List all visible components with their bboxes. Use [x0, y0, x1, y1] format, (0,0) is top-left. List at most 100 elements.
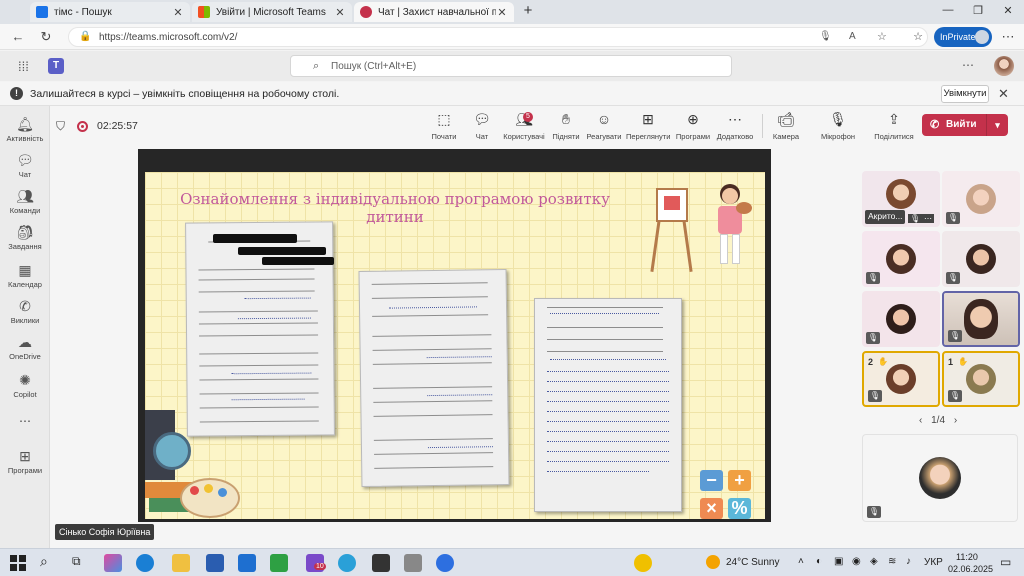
help-icon[interactable] [634, 554, 652, 572]
zoom-icon[interactable] [436, 554, 454, 572]
inprivate-badge[interactable]: InPrivate [934, 27, 992, 47]
chevron-right-icon[interactable]: › [954, 415, 957, 426]
favorites-icon[interactable]: ☆ [910, 29, 926, 45]
browser-tab-chat[interactable]: Чат | Захист навчальної пра ✕ [354, 2, 514, 22]
rail-onedrive[interactable]: ☁ OneDrive [0, 334, 50, 361]
favorite-star-icon[interactable]: ☆ [877, 30, 887, 43]
mic-off-icon: 🎙︎ [946, 272, 960, 284]
enable-notifications-button[interactable]: Увімкнути [941, 85, 989, 103]
maximize-icon[interactable]: ❐ [970, 4, 986, 20]
view-button[interactable]: ⊞ Переглянути [626, 110, 670, 141]
close-icon[interactable]: ✕ [172, 6, 184, 19]
rail-teams[interactable]: 👥︎ Команди [0, 188, 50, 215]
chevron-left-icon[interactable]: ‹ [919, 415, 922, 426]
back-icon[interactable]: ← [10, 29, 26, 45]
share-button[interactable]: ⇪ Поділитися [872, 110, 916, 141]
avatar [919, 457, 961, 499]
copilot-icon: ✺ [19, 372, 31, 388]
file-explorer-icon[interactable] [172, 554, 190, 572]
browser-tab-search[interactable]: тімс - Пошук ✕ [30, 2, 190, 22]
avatar [886, 179, 916, 209]
store-icon[interactable] [206, 554, 224, 572]
window-close-icon[interactable]: ✕ [1000, 4, 1016, 20]
close-icon[interactable]: ✕ [334, 6, 346, 19]
windows-start-icon[interactable] [10, 555, 26, 571]
rail-chat[interactable]: 💬︎ Чат [0, 152, 50, 179]
address-bar[interactable]: 🔒 https://teams.microsoft.com/v2/ 🎙 A ☆ [68, 27, 928, 47]
participant-tile[interactable]: 🎙︎ [862, 291, 940, 347]
microphone-icon[interactable]: 🎙 [819, 31, 832, 42]
camera-button[interactable]: 📹︎ Камера [764, 110, 808, 141]
mic-button[interactable]: 🎙︎ Мікрофон [816, 110, 860, 141]
minimize-icon[interactable]: — [940, 4, 956, 20]
mic-off-icon: 🎙︎ [948, 330, 962, 342]
read-aloud-icon[interactable]: A [849, 31, 856, 42]
notification-center-icon[interactable]: ▭ [1000, 555, 1011, 569]
self-view-tile[interactable]: 🎙︎ [862, 434, 1018, 522]
phone-hangup-icon: ✆ [930, 119, 940, 131]
camera-off-icon: 📹︎ [777, 111, 795, 127]
avatar [966, 364, 996, 394]
meeting-timer: 02:25:57 [97, 120, 138, 132]
rail-calendar[interactable]: ▦ Календар [0, 262, 50, 289]
close-icon[interactable]: ✕ [496, 6, 508, 19]
app-icon[interactable] [372, 554, 390, 572]
rail-assignments[interactable]: 🎒︎ Завдання [0, 224, 50, 251]
rail-activity[interactable]: 🔔︎ Активність [0, 116, 50, 143]
profile-avatar [975, 30, 989, 44]
rail-calls[interactable]: ✆ Виклики [0, 298, 50, 325]
teams-header: ⁞⁞⁞ T ⌕ Пошук (Ctrl+Alt+E) ⋯ [0, 51, 1024, 81]
react-button[interactable]: ☺ Реагувати [582, 110, 626, 141]
presenter-name-tag: Сінько Софія Юріївна [55, 524, 155, 540]
leave-button[interactable]: ✆ Вийти ▾ [922, 114, 1008, 136]
search-icon[interactable]: ⌕ [40, 553, 48, 570]
tray-icon[interactable]: ▣ [834, 556, 843, 567]
rail-copilot[interactable]: ✺ Copilot [0, 372, 50, 399]
multiply-icon: × [700, 498, 723, 519]
refresh-icon[interactable]: ↻ [38, 29, 54, 45]
more-menu-icon[interactable]: ⋯ [1000, 29, 1016, 45]
easel-illustration [650, 180, 693, 272]
chevron-down-icon[interactable]: ▾ [986, 114, 1008, 136]
edge-icon[interactable] [136, 554, 154, 572]
shield-icon: ⛉ [56, 119, 66, 133]
participant-video-tile[interactable]: 🎙︎ [942, 291, 1020, 347]
app-icon[interactable] [270, 554, 288, 572]
wifi-icon[interactable]: ≋ [888, 556, 896, 567]
app-icon[interactable] [404, 554, 422, 572]
task-view-icon[interactable]: ⧉ [72, 554, 81, 569]
browser-tab-login[interactable]: Увійти | Microsoft Teams ✕ [192, 2, 352, 22]
app-launcher-icon[interactable]: ⁞⁞⁞ [18, 59, 29, 74]
participant-tile[interactable]: 🎙︎ [862, 231, 940, 287]
participant-tile[interactable]: 2 ✋ 🎙︎ [862, 351, 940, 407]
outlook-icon[interactable] [238, 554, 256, 572]
participant-tile[interactable]: Акрито... 🎙︎ ⋯ [862, 171, 940, 227]
participant-tile[interactable]: 🎙︎ [942, 171, 1020, 227]
telegram-icon[interactable] [338, 554, 356, 572]
new-tab-icon[interactable]: + [520, 2, 536, 19]
plus-icon: + [728, 470, 751, 491]
participant-tile[interactable]: 1 ✋ 🎙︎ [942, 351, 1020, 407]
tray-icon[interactable]: ◉ [852, 556, 861, 567]
rail-more[interactable]: ⋯ [0, 414, 50, 428]
raised-hand-order: 2 [868, 357, 874, 367]
copilot-icon[interactable] [104, 554, 122, 572]
teams-icon: 👥︎ [16, 188, 34, 204]
search-input[interactable]: ⌕ Пошук (Ctrl+Alt+E) [290, 55, 732, 77]
more-icon[interactable]: ⋯ [922, 214, 934, 223]
document-page [534, 298, 682, 512]
rail-apps[interactable]: ⊞ Програми [0, 448, 50, 475]
user-avatar[interactable] [994, 56, 1014, 76]
participant-tile[interactable]: 🎙︎ [942, 231, 1020, 287]
more-options-icon[interactable]: ⋯ [962, 58, 974, 72]
chat-button[interactable]: 💬︎ Чат [460, 110, 504, 141]
apps-button[interactable]: ⊕ Програми [671, 110, 715, 141]
close-icon[interactable]: ✕ [998, 86, 1009, 102]
tray-icon[interactable]: ◐ [816, 556, 822, 567]
tray-icon[interactable]: ◈ [870, 556, 878, 567]
volume-icon[interactable]: ♪ [906, 556, 911, 567]
math-symbols-decoration: − + × % [700, 470, 756, 522]
tray-chevron-icon[interactable]: ˄ [798, 556, 804, 567]
teams-logo-icon: T [48, 58, 64, 74]
more-button[interactable]: ⋯ Додатково [713, 110, 757, 141]
